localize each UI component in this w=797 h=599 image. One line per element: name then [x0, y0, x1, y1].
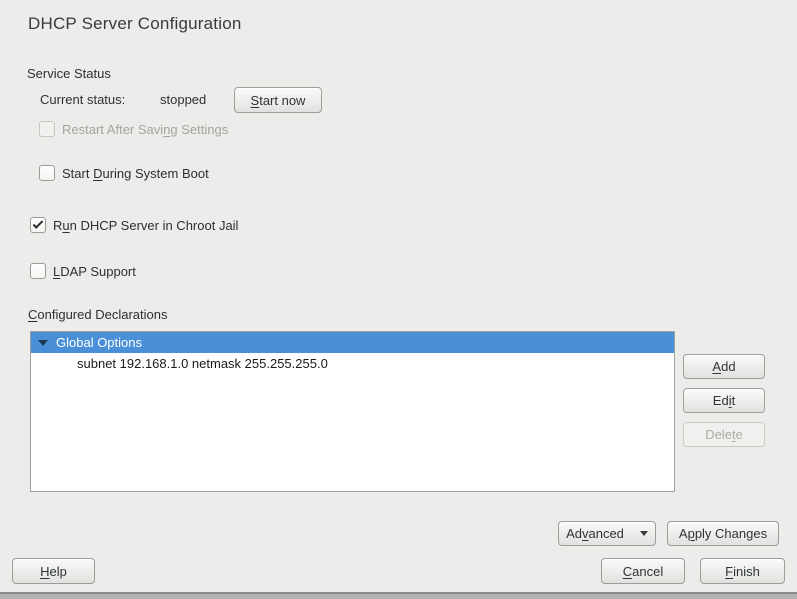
service-status-section-label: Service Status	[27, 66, 111, 81]
restart-after-saving-checkbox: Restart After Saving Settings	[39, 120, 228, 138]
tree-row-global-options[interactable]: Global Options	[31, 332, 674, 353]
chroot-jail-checkbox-label: Run DHCP Server in Chroot Jail	[53, 218, 238, 233]
current-status-value: stopped	[160, 92, 206, 107]
delete-button[interactable]: Delete	[683, 422, 765, 447]
chroot-jail-checkbox: Run DHCP Server in Chroot Jail	[30, 216, 238, 234]
page-title: DHCP Server Configuration	[28, 14, 242, 34]
ldap-support-checkbox-label: LDAP Support	[53, 264, 136, 279]
start-during-boot-checkbox-box[interactable]	[39, 165, 55, 181]
window-bottom-edge	[0, 592, 797, 599]
advanced-dropdown-button[interactable]: Advanced	[558, 521, 656, 546]
check-icon	[33, 218, 44, 229]
start-during-boot-checkbox-label: Start During System Boot	[62, 166, 209, 181]
tree-row-subnet[interactable]: subnet 192.168.1.0 netmask 255.255.255.0	[31, 353, 674, 374]
help-button[interactable]: Help	[12, 558, 95, 584]
restart-after-saving-checkbox-label: Restart After Saving Settings	[62, 122, 228, 137]
current-status-label: Current status:	[40, 92, 125, 107]
start-during-boot-checkbox: Start During System Boot	[39, 164, 209, 182]
restart-after-saving-checkbox-box[interactable]	[39, 121, 55, 137]
ldap-support-checkbox: LDAP Support	[30, 262, 136, 280]
ldap-support-checkbox-box[interactable]	[30, 263, 46, 279]
chroot-jail-checkbox-box[interactable]	[30, 217, 46, 233]
dhcp-server-configuration-dialog: DHCP Server Configuration Service Status…	[0, 0, 797, 599]
chevron-down-icon	[640, 531, 648, 536]
cancel-button[interactable]: Cancel	[601, 558, 685, 584]
expander-down-icon[interactable]	[38, 340, 48, 346]
declarations-tree: Global Options subnet 192.168.1.0 netmas…	[30, 331, 675, 492]
start-now-button[interactable]: Start now	[234, 87, 322, 113]
edit-button[interactable]: Edit	[683, 388, 765, 413]
add-button[interactable]: Add	[683, 354, 765, 379]
configured-declarations-label: Configured Declarations	[28, 307, 167, 322]
tree-row-label: subnet 192.168.1.0 netmask 255.255.255.0	[77, 356, 328, 371]
apply-changes-button[interactable]: Apply Changes	[667, 521, 779, 546]
tree-row-label: Global Options	[56, 335, 142, 350]
finish-button[interactable]: Finish	[700, 558, 785, 584]
